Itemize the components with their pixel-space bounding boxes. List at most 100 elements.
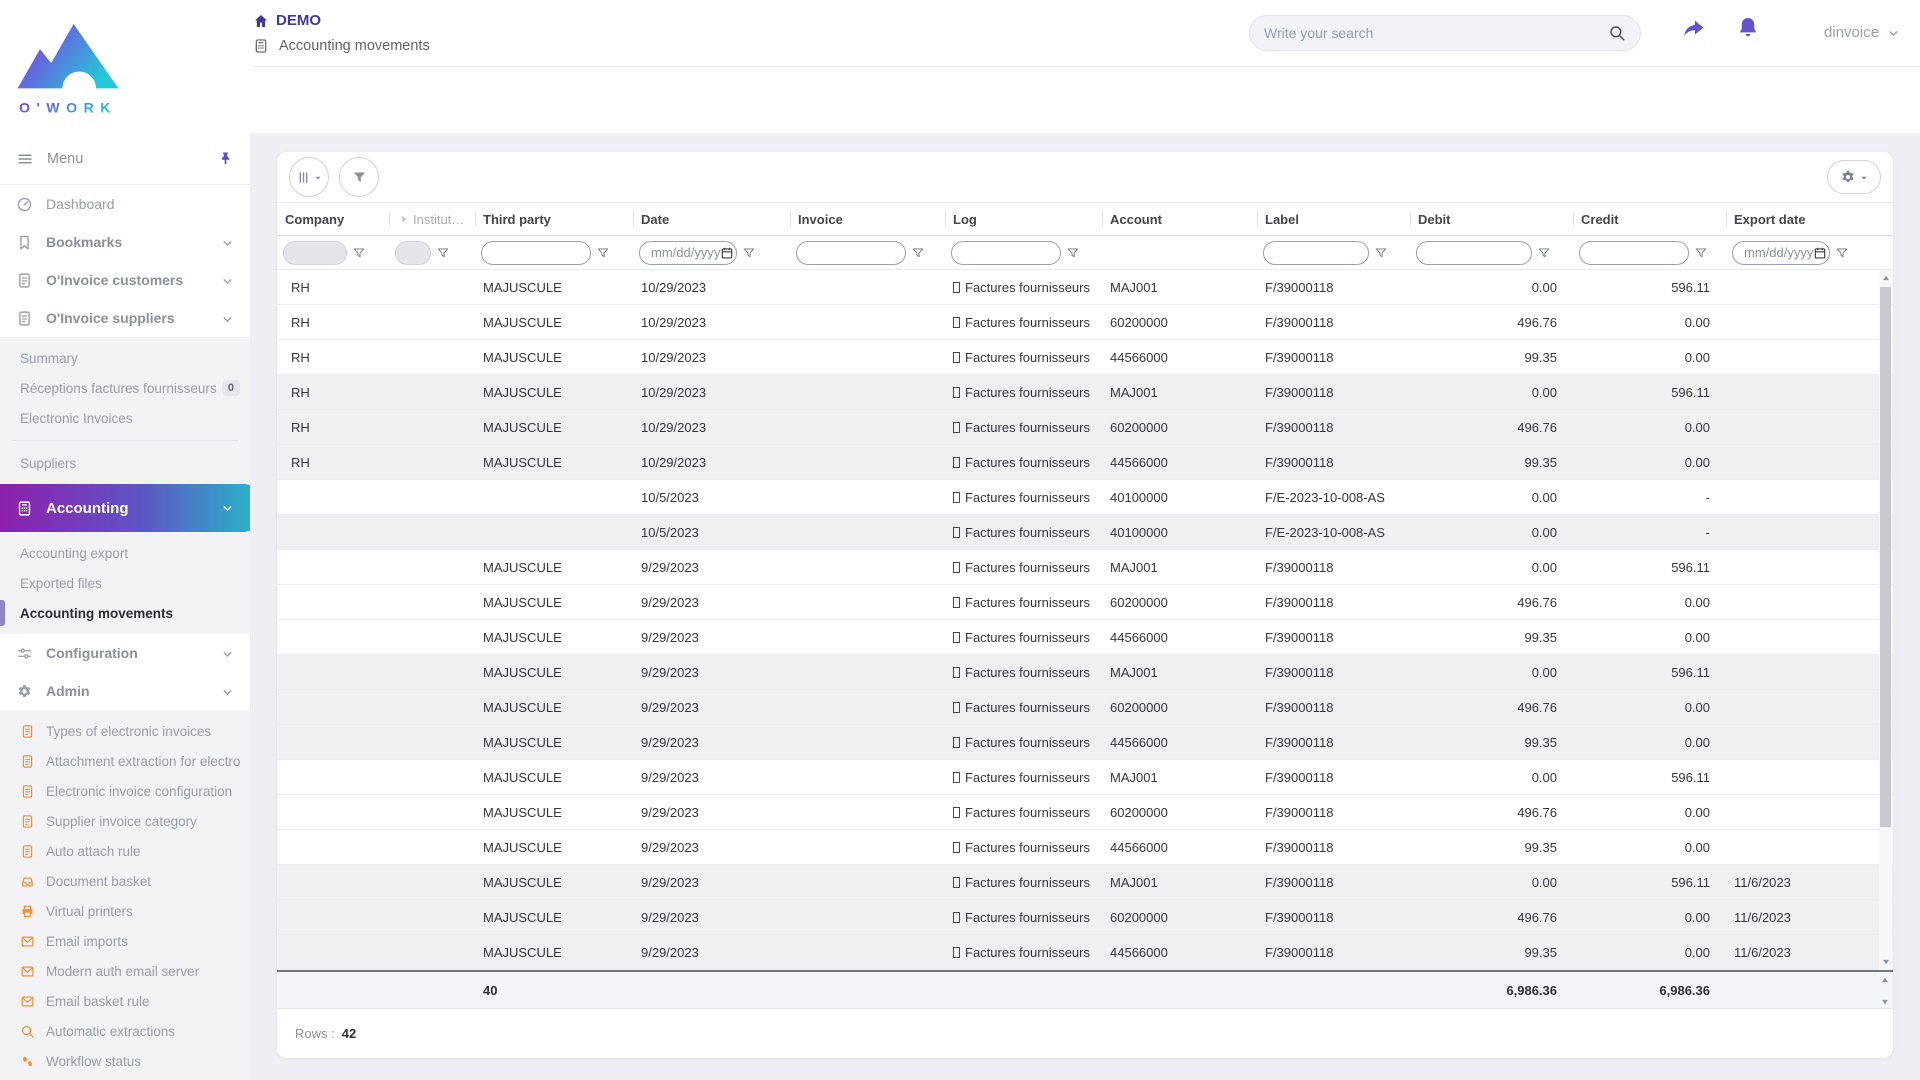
sidebar-item-bookmarks[interactable]: Bookmarks (0, 223, 250, 261)
col-header-export-date[interactable]: Export date (1726, 203, 1879, 235)
filter-funnel-icon[interactable] (742, 246, 756, 260)
table-row[interactable]: MAJUSCULE 9/29/2023 Factures fournisseurs… (277, 760, 1893, 795)
sidebar-subitem-electronic-invoices[interactable]: Electronic Invoices (0, 403, 250, 433)
accounting-movements-card: Company Institution Third party Date Inv… (277, 152, 1893, 1058)
columns-button[interactable] (289, 157, 329, 197)
sidebar-item-o-invoice-customers[interactable]: O'Invoice customers (0, 261, 250, 299)
sidebar-subitem-suppliers[interactable]: Suppliers (0, 448, 250, 478)
col-header-debit[interactable]: Debit (1410, 203, 1573, 235)
sidebar-subitem-types-of-electronic-invoices[interactable]: Types of electronic invoices (0, 716, 250, 746)
cell: MAJUSCULE (483, 419, 562, 435)
table-row[interactable]: MAJUSCULE 9/29/2023 Factures fournisseurs… (277, 935, 1893, 970)
search-icon[interactable] (1608, 24, 1626, 42)
sidebar-subitem-document-basket[interactable]: Document basket (0, 866, 250, 896)
date-filter-input[interactable]: mm/dd/yyyy (639, 240, 737, 265)
vertical-scrollbar[interactable] (1879, 270, 1892, 970)
search-input[interactable] (1264, 25, 1608, 41)
table-row[interactable]: MAJUSCULE 9/29/2023 Factures fournisseurs… (277, 655, 1893, 690)
scroll-down-icon[interactable] (1880, 955, 1891, 969)
sidebar-item-o-invoice-suppliers[interactable]: O'Invoice suppliers (0, 299, 250, 337)
table-row[interactable]: MAJUSCULE 9/29/2023 Factures fournisseurs… (277, 725, 1893, 760)
sidebar-subitem-electronic-invoice-configuration[interactable]: Electronic invoice configuration (0, 776, 250, 806)
filter-input[interactable] (796, 240, 906, 265)
filter-input[interactable] (1579, 240, 1689, 265)
cell: MAJUSCULE (483, 664, 562, 680)
sidebar-subitem-email-imports[interactable]: Email imports (0, 926, 250, 956)
user-menu[interactable]: dinvoice (1824, 24, 1900, 41)
filter-funnel-icon[interactable] (1066, 246, 1080, 260)
filter-funnel-icon[interactable] (1694, 246, 1708, 260)
table-row[interactable]: RH MAJUSCULE 10/29/2023 Factures fournisse… (277, 340, 1893, 375)
sidebar-subitem-accounting-movements[interactable]: Accounting movements (0, 598, 250, 628)
col-header-third-party[interactable]: Third party (475, 203, 633, 235)
expand-column-icon[interactable] (397, 212, 411, 226)
filter-input[interactable] (1263, 240, 1369, 265)
table-row[interactable]: MAJUSCULE 9/29/2023 Factures fournisseurs… (277, 865, 1893, 900)
gauge-icon (16, 196, 33, 213)
breadcrumb-app[interactable]: DEMO (253, 12, 430, 29)
filter-funnel-icon[interactable] (436, 246, 450, 260)
filter-funnel-icon[interactable] (911, 246, 925, 260)
sidebar-item-admin[interactable]: Admin (0, 672, 250, 710)
sidebar-subitem-r-ceptions-factures-fournisseurs[interactable]: Réceptions factures fournisseurs 0 (0, 373, 250, 403)
table-row[interactable]: RH MAJUSCULE 10/29/2023 Factures fournisse… (277, 445, 1893, 480)
scrollbar-thumb[interactable] (1880, 287, 1891, 827)
col-header-log[interactable]: Log (945, 203, 1102, 235)
hamburger-icon[interactable] (16, 150, 34, 168)
col-header-date[interactable]: Date (633, 203, 790, 235)
sidebar-subitem-virtual-printers[interactable]: Virtual printers (0, 896, 250, 926)
sidebar-item-accounting[interactable]: Accounting (0, 484, 250, 532)
table-row[interactable]: RH MAJUSCULE 10/29/2023 Factures fournisse… (277, 410, 1893, 445)
table-settings-button[interactable] (1827, 160, 1881, 194)
table-row[interactable]: MAJUSCULE 9/29/2023 Factures fournisseurs… (277, 620, 1893, 655)
date-filter-input[interactable]: mm/dd/yyyy (1732, 240, 1830, 265)
share-button[interactable] (1680, 16, 1706, 42)
scroll-up-icon[interactable] (1880, 975, 1890, 985)
cell: 44566000 (1110, 944, 1168, 960)
sidebar-subitem-supplier-invoice-category[interactable]: Supplier invoice category (0, 806, 250, 836)
table-row[interactable]: 10/5/2023 Factures fournisseurs 40100000 F… (277, 515, 1893, 550)
filter-funnel-icon[interactable] (596, 246, 610, 260)
table-row[interactable]: MAJUSCULE 9/29/2023 Factures fournisseurs… (277, 550, 1893, 585)
sidebar-subitem-exported-files[interactable]: Exported files (0, 568, 250, 598)
filter-input[interactable] (1416, 240, 1532, 265)
table-row[interactable]: MAJUSCULE 9/29/2023 Factures fournisseurs… (277, 900, 1893, 935)
col-header-invoice[interactable]: Invoice (790, 203, 945, 235)
cell: 40100000 (1110, 489, 1168, 505)
col-header-credit[interactable]: Credit (1573, 203, 1726, 235)
scroll-up-icon[interactable] (1880, 271, 1891, 285)
table-row[interactable]: MAJUSCULE 9/29/2023 Factures fournisseurs… (277, 690, 1893, 725)
filter-input[interactable] (951, 240, 1061, 265)
table-row[interactable]: RH MAJUSCULE 10/29/2023 Factures fournisse… (277, 270, 1893, 305)
filter-funnel-icon[interactable] (1835, 246, 1849, 260)
sidebar-subitem-accounting-export[interactable]: Accounting export (0, 538, 250, 568)
pin-sidebar-icon[interactable] (217, 150, 234, 167)
sidebar-subitem-workflow-status[interactable]: Workflow status (0, 1046, 250, 1076)
col-header-company[interactable]: Company (277, 203, 389, 235)
table-row[interactable]: MAJUSCULE 9/29/2023 Factures fournisseurs… (277, 795, 1893, 830)
col-header-label[interactable]: Label (1257, 203, 1410, 235)
missing-glyph-icon (953, 596, 960, 608)
sidebar-subitem-modern-auth-email-server[interactable]: Modern auth email server (0, 956, 250, 986)
table-row[interactable]: MAJUSCULE 9/29/2023 Factures fournisseurs… (277, 585, 1893, 620)
sidebar-item-configuration[interactable]: Configuration (0, 634, 250, 672)
filter-funnel-icon[interactable] (1537, 246, 1551, 260)
table-row[interactable]: RH MAJUSCULE 10/29/2023 Factures fournisse… (277, 305, 1893, 340)
sidebar-item-dashboard[interactable]: Dashboard (0, 185, 250, 223)
filter-input[interactable] (481, 240, 591, 265)
sidebar-subitem-attachment-extraction-for-electron[interactable]: Attachment extraction for electron (0, 746, 250, 776)
filter-funnel-icon[interactable] (352, 246, 366, 260)
scroll-down-icon[interactable] (1880, 997, 1890, 1007)
col-header-institution[interactable]: Institution (389, 203, 475, 235)
sidebar-subitem-auto-attach-rule[interactable]: Auto attach rule (0, 836, 250, 866)
filter-funnel-icon[interactable] (1374, 246, 1388, 260)
sidebar-subitem-email-basket-rule[interactable]: Email basket rule (0, 986, 250, 1016)
notifications-button[interactable] (1735, 15, 1761, 41)
sidebar-subitem-summary[interactable]: Summary (0, 343, 250, 373)
table-row[interactable]: 10/5/2023 Factures fournisseurs 40100000 F… (277, 480, 1893, 515)
sidebar-subitem-automatic-extractions[interactable]: Automatic extractions (0, 1016, 250, 1046)
table-row[interactable]: RH MAJUSCULE 10/29/2023 Factures fournisse… (277, 375, 1893, 410)
col-header-account[interactable]: Account (1102, 203, 1257, 235)
table-row[interactable]: MAJUSCULE 9/29/2023 Factures fournisseurs… (277, 830, 1893, 865)
filter-button[interactable] (339, 157, 379, 197)
